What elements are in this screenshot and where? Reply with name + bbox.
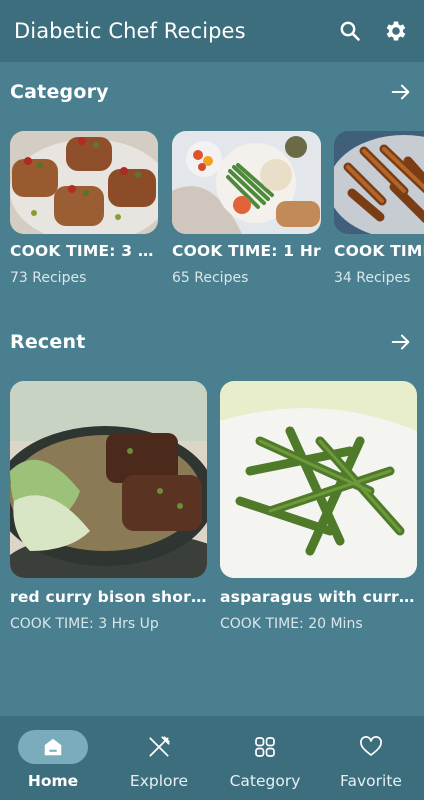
category-card-title: COOK TIME: 1 Hr [172, 242, 321, 260]
nav-home-pill [18, 730, 88, 764]
nav-label-favorite: Favorite [340, 772, 402, 790]
category-card[interactable]: COOK TIME: 3 Hrs Up 73 Recipes [10, 131, 158, 286]
nav-item-explore[interactable]: Explore [106, 716, 212, 800]
recent-card-cook-time: COOK TIME: 20 Mins [220, 616, 363, 632]
nav-item-category[interactable]: Category [212, 716, 318, 800]
nav-category-icon-wrap [230, 730, 300, 764]
arrow-right-icon[interactable] [390, 81, 412, 103]
utensils-icon [149, 736, 170, 757]
category-heading: Category [10, 81, 109, 103]
category-card-count: 34 Recipes [334, 270, 411, 286]
grid-icon [255, 737, 275, 757]
recent-card[interactable]: red curry bison short ribs COOK TIME: 3 … [10, 381, 207, 632]
arrow-right-icon[interactable] [390, 331, 412, 353]
recent-heading: Recent [10, 331, 86, 353]
category-section-header: Category [10, 78, 412, 106]
settings-button[interactable] [378, 13, 414, 49]
category-card-count: 73 Recipes [10, 270, 87, 286]
recent-row: red curry bison short ribs COOK TIME: 3 … [0, 381, 424, 643]
search-button[interactable] [332, 13, 368, 49]
search-icon [340, 21, 360, 41]
nav-favorite-icon-wrap [336, 730, 406, 764]
category-image-sweet-potato [334, 131, 424, 234]
category-row: COOK TIME: 3 Hrs Up 73 Recipes COOK TIME… [0, 131, 424, 296]
app-bar: Diabetic Chef Recipes [0, 0, 424, 62]
nav-item-favorite[interactable]: Favorite [318, 716, 424, 800]
nav-label-explore: Explore [129, 772, 189, 790]
category-card-count: 65 Recipes [172, 270, 249, 286]
nav-label-home: Home [27, 772, 79, 790]
recent-image-bison-ribs [10, 381, 207, 578]
recent-card-title: asparagus with curry butter [220, 588, 417, 606]
nav-item-home[interactable]: Home [0, 716, 106, 800]
app-title: Diabetic Chef Recipes [14, 19, 246, 43]
category-card-title: COOK TIME: 3 Hrs Up [10, 242, 158, 260]
recent-card-title: red curry bison short ribs [10, 588, 207, 606]
nav-explore-icon-wrap [124, 730, 194, 764]
bottom-navigation: Home Explore Category Favorite [0, 716, 424, 800]
heart-icon [360, 736, 382, 756]
nav-label-category: Category [229, 772, 301, 790]
category-image-bowl [172, 131, 321, 234]
category-card[interactable]: COOK TIME: 1 Hr 65 Recipes [172, 131, 321, 286]
category-card[interactable]: COOK TIME: 20 Mins 34 Recipes [334, 131, 424, 286]
category-card-title: COOK TIME: 20 Mins [334, 242, 424, 260]
gear-icon [386, 21, 406, 41]
category-image-meatballs [10, 131, 158, 234]
app-bar-actions [332, 0, 414, 62]
recent-card-cook-time: COOK TIME: 3 Hrs Up [10, 616, 159, 632]
home-icon [44, 738, 62, 756]
recent-section-header: Recent [10, 328, 412, 356]
recent-image-asparagus [220, 381, 417, 578]
recent-card[interactable]: asparagus with curry butter COOK TIME: 2… [220, 381, 417, 632]
